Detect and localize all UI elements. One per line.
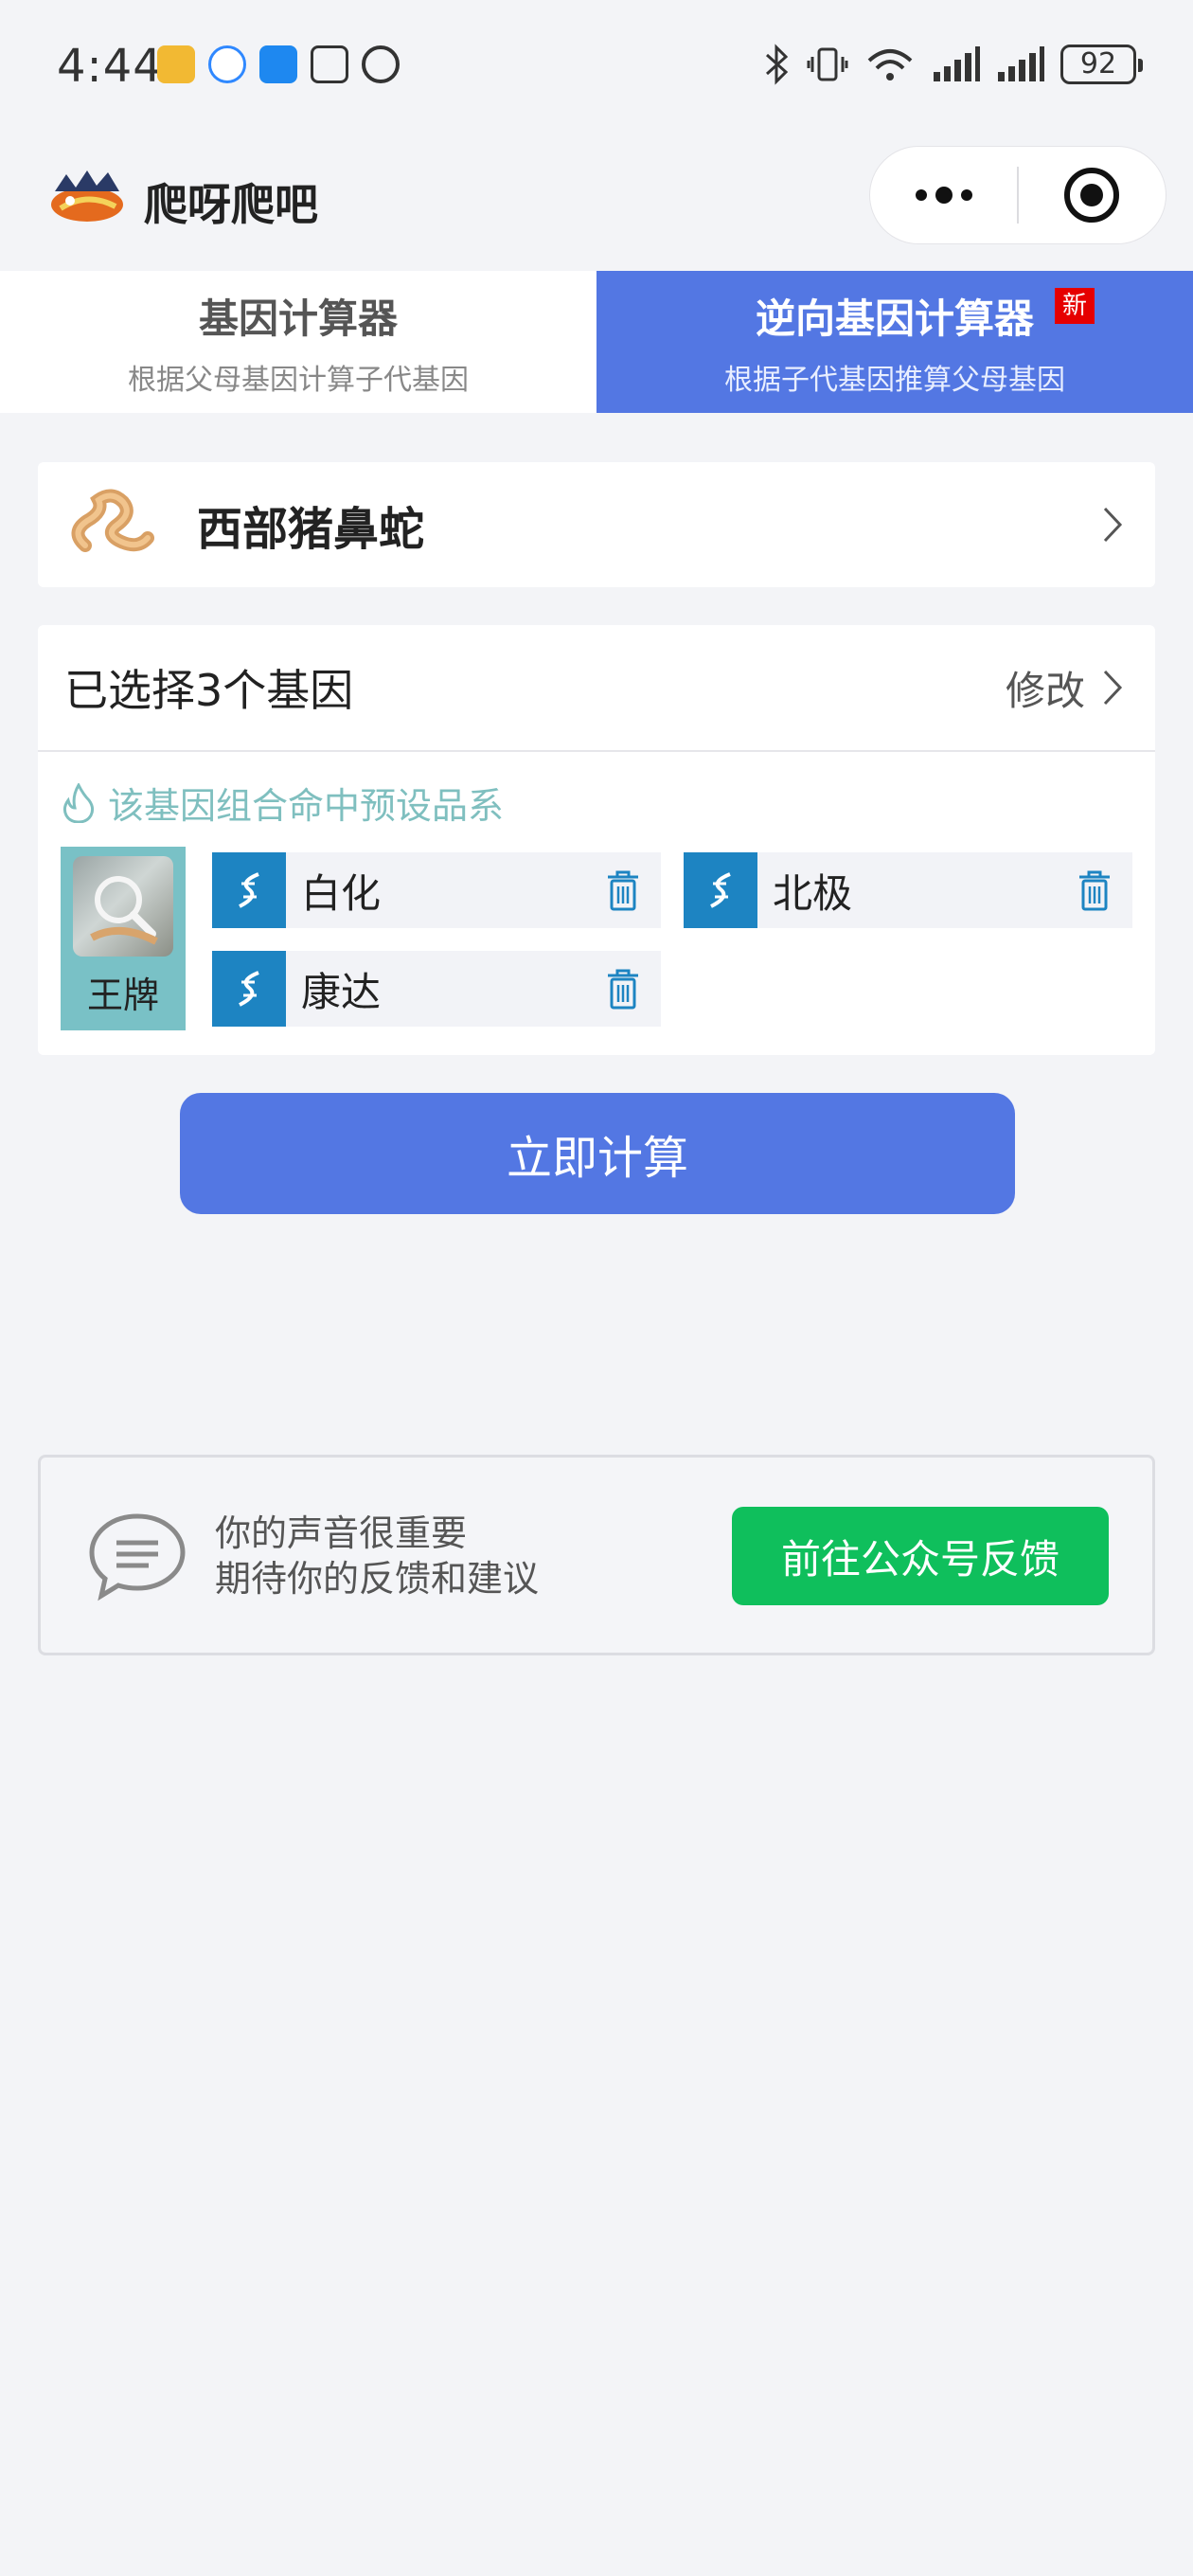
app-header: 爬呀爬吧 bbox=[0, 133, 1193, 271]
species-name: 西部猪鼻蛇 bbox=[197, 503, 425, 556]
feedback-button[interactable]: 前往公众号反馈 bbox=[732, 1507, 1109, 1605]
delete-gene-button[interactable] bbox=[1074, 868, 1115, 913]
gene-name: 白化 bbox=[301, 869, 382, 917]
wifi-icon bbox=[867, 49, 913, 80]
genes-header: 已选择3个基因 修改 bbox=[38, 625, 1155, 752]
tab-subtitle: 根据子代基因推算父母基因 bbox=[724, 363, 1065, 397]
message-icon bbox=[259, 45, 297, 83]
gene-chip: 康达 bbox=[212, 951, 661, 1027]
target-close-icon bbox=[1064, 168, 1120, 223]
genes-count-title: 已选择3个基因 bbox=[64, 665, 354, 716]
calculate-button[interactable]: 立即计算 bbox=[180, 1093, 1015, 1214]
new-badge: 新 bbox=[1055, 288, 1095, 324]
signal-icon-2 bbox=[998, 46, 1044, 81]
species-selector[interactable]: 西部猪鼻蛇 bbox=[38, 462, 1155, 587]
trash-icon bbox=[608, 969, 638, 1010]
chat-bubble-icon bbox=[208, 45, 246, 83]
trash-icon bbox=[1079, 870, 1110, 911]
trash-icon bbox=[608, 870, 638, 911]
close-mini-program-button[interactable] bbox=[1019, 147, 1166, 243]
system-icons: 92 bbox=[763, 44, 1143, 85]
chat-bubble-icon bbox=[89, 1513, 186, 1601]
chevron-right-icon bbox=[1103, 670, 1123, 706]
morph-thumbnail bbox=[73, 856, 173, 957]
feedback-text: 你的声音很重要 期待你的反馈和建议 bbox=[215, 1511, 539, 1601]
gene-chip: 白化 bbox=[212, 852, 661, 928]
preset-text: 该基因组合命中预设品系 bbox=[108, 785, 505, 827]
mail-icon bbox=[157, 45, 195, 83]
app-logo bbox=[51, 170, 123, 222]
gene-chip: 北极 bbox=[684, 852, 1132, 928]
tab-gene-calculator[interactable]: 基因计算器 根据父母基因计算子代基因 bbox=[0, 271, 596, 413]
chevron-right-icon bbox=[1103, 507, 1123, 543]
morph-label: 王牌 bbox=[86, 975, 159, 1016]
feedback-card: 你的声音很重要 期待你的反馈和建议 前往公众号反馈 bbox=[38, 1455, 1155, 1655]
alarm-icon bbox=[362, 45, 400, 83]
status-time: 4:44 bbox=[57, 40, 163, 93]
magnifier-icon bbox=[90, 876, 158, 945]
species-thumbnail bbox=[71, 489, 154, 552]
preset-morph-hint: 该基因组合命中预设品系 bbox=[62, 777, 504, 829]
more-icon bbox=[915, 187, 972, 204]
delete-gene-button[interactable] bbox=[602, 868, 644, 913]
feedback-line-1: 你的声音很重要 bbox=[215, 1512, 468, 1554]
app-title: 爬呀爬吧 bbox=[144, 179, 318, 230]
dna-icon bbox=[212, 951, 286, 1027]
preset-morph-card[interactable]: 王牌 bbox=[61, 847, 186, 1030]
gene-name: 北极 bbox=[773, 869, 853, 917]
tab-title: 基因计算器 bbox=[198, 295, 398, 342]
bluetooth-icon bbox=[765, 44, 789, 85]
calculator-tabs: 基因计算器 根据父母基因计算子代基因 逆向基因计算器 根据子代基因推算父母基因 … bbox=[0, 271, 1193, 413]
delete-gene-button[interactable] bbox=[602, 966, 644, 1011]
tab-subtitle: 根据父母基因计算子代基因 bbox=[128, 363, 469, 397]
fire-icon bbox=[62, 782, 95, 823]
signal-icon bbox=[934, 46, 980, 81]
feedback-line-2: 期待你的反馈和建议 bbox=[215, 1558, 540, 1600]
vibrate-icon bbox=[807, 47, 848, 81]
more-button[interactable] bbox=[870, 147, 1017, 243]
selected-genes-card: 已选择3个基因 修改 该基因组合命中预设品系 王牌 白化 北极 康达 bbox=[38, 625, 1155, 1055]
dna-icon bbox=[684, 852, 757, 928]
tab-reverse-gene-calculator[interactable]: 逆向基因计算器 根据子代基因推算父母基因 新 bbox=[596, 271, 1193, 413]
notification-icons bbox=[157, 45, 400, 83]
nfc-icon bbox=[311, 45, 348, 83]
status-bar: 4:44 92 bbox=[0, 0, 1193, 133]
modify-genes-button[interactable]: 修改 bbox=[1006, 659, 1123, 717]
mini-program-capsule bbox=[869, 146, 1166, 244]
tab-title: 逆向基因计算器 bbox=[755, 295, 1034, 342]
dna-icon bbox=[212, 852, 286, 928]
modify-label: 修改 bbox=[1005, 667, 1085, 714]
battery-indicator: 92 bbox=[1060, 45, 1143, 84]
gene-name: 康达 bbox=[301, 968, 382, 1015]
